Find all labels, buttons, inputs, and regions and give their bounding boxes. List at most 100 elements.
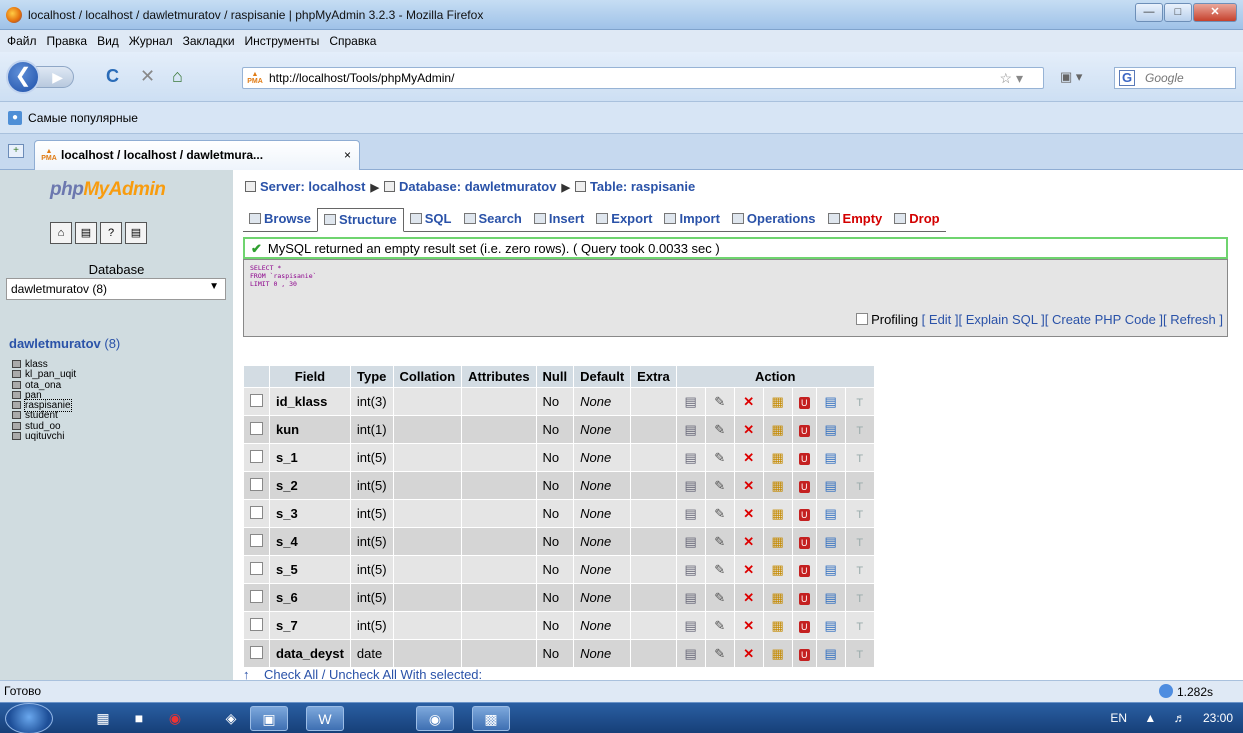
tab-import[interactable]: Import xyxy=(658,208,725,231)
row-checkbox[interactable] xyxy=(250,533,263,547)
edit-icon[interactable]: ✎ xyxy=(712,506,728,522)
media-icon[interactable]: ■ xyxy=(120,706,158,731)
delete-icon[interactable]: ✕ xyxy=(741,590,757,606)
row-checkbox[interactable] xyxy=(250,589,263,603)
start-button[interactable] xyxy=(5,703,53,733)
delete-icon[interactable]: ✕ xyxy=(741,562,757,578)
edit-icon[interactable]: ✎ xyxy=(712,590,728,606)
row-checkbox[interactable] xyxy=(250,421,263,435)
browse-icon[interactable]: ▤ xyxy=(683,646,699,662)
delete-icon[interactable]: ✕ xyxy=(741,422,757,438)
edit-icon[interactable]: ✎ xyxy=(712,394,728,410)
forward-button[interactable]: ▶ xyxy=(36,66,74,88)
bookmark-star-icon[interactable]: ☆ ▾ xyxy=(1000,70,1023,87)
bookmark-most-visited[interactable]: Самые популярные xyxy=(28,111,138,125)
save-app-icon[interactable]: ▣ xyxy=(250,706,288,731)
tab-structure[interactable]: Structure xyxy=(316,208,404,232)
clock[interactable]: 23:00 xyxy=(1203,711,1233,725)
menu-history[interactable]: Журнал xyxy=(129,34,173,48)
row-checkbox[interactable] xyxy=(250,449,263,463)
new-tab-icon[interactable]: + xyxy=(8,144,24,158)
reload-icon[interactable]: C xyxy=(106,67,119,85)
index-icon[interactable]: ▤ xyxy=(823,562,839,578)
delete-icon[interactable]: ✕ xyxy=(741,534,757,550)
fulltext-icon[interactable]: T xyxy=(852,565,868,577)
edit-icon[interactable]: ✎ xyxy=(712,534,728,550)
tray-arrow-icon[interactable]: ▲ xyxy=(1144,711,1156,725)
address-bar[interactable]: ▲ PMA http://localhost/Tools/phpMyAdmin/ … xyxy=(242,67,1044,89)
browse-icon[interactable]: ▤ xyxy=(683,394,699,410)
index-icon[interactable]: ▤ xyxy=(823,534,839,550)
primary-key-icon[interactable]: ▦ xyxy=(770,534,786,550)
browse-icon[interactable]: ▤ xyxy=(683,618,699,634)
addon-icon[interactable]: ▣ ▾ xyxy=(1060,68,1082,86)
menu-help[interactable]: Справка xyxy=(329,34,376,48)
home-icon[interactable]: ⌂ xyxy=(172,67,183,85)
language-indicator[interactable]: EN xyxy=(1110,711,1127,725)
delete-icon[interactable]: ✕ xyxy=(741,646,757,662)
fulltext-icon[interactable]: T xyxy=(852,621,868,633)
tab-insert[interactable]: Insert xyxy=(528,208,590,231)
delete-icon[interactable]: ✕ xyxy=(741,394,757,410)
edit-icon[interactable]: ✎ xyxy=(712,422,728,438)
edit-icon[interactable]: ✎ xyxy=(712,562,728,578)
unique-icon[interactable]: U xyxy=(798,565,810,577)
index-icon[interactable]: ▤ xyxy=(823,394,839,410)
menu-view[interactable]: Вид xyxy=(97,34,119,48)
database-title-link[interactable]: dawletmuratov (8) xyxy=(9,336,120,351)
edit-icon[interactable]: ✎ xyxy=(712,478,728,494)
primary-key-icon[interactable]: ▦ xyxy=(770,562,786,578)
header-field[interactable]: Field xyxy=(270,366,350,387)
search-box[interactable]: G Google ⚲ xyxy=(1114,67,1236,89)
primary-key-icon[interactable]: ▦ xyxy=(770,394,786,410)
browser-tab[interactable]: ▲ PMA localhost / localhost / dawletmura.… xyxy=(34,140,360,170)
index-icon[interactable]: ▤ xyxy=(823,646,839,662)
volume-icon[interactable]: ♬ xyxy=(1174,711,1186,725)
tab-drop[interactable]: Drop xyxy=(888,208,945,231)
app-icon[interactable]: ▩ xyxy=(472,706,510,731)
unique-icon[interactable]: U xyxy=(798,509,810,521)
browse-icon[interactable]: ▤ xyxy=(683,534,699,550)
tab-browse[interactable]: Browse xyxy=(243,208,317,231)
index-icon[interactable]: ▤ xyxy=(823,422,839,438)
index-icon[interactable]: ▤ xyxy=(823,506,839,522)
fulltext-icon[interactable]: T xyxy=(852,509,868,521)
unique-icon[interactable]: U xyxy=(798,397,810,409)
breadcrumb-database[interactable]: Database: dawletmuratov xyxy=(399,179,557,194)
primary-key-icon[interactable]: ▦ xyxy=(770,422,786,438)
explorer-icon[interactable]: ▦ xyxy=(84,706,122,731)
create-php-code-link[interactable]: [ Create PHP Code ] xyxy=(1045,312,1163,327)
edit-link[interactable]: [ Edit ] xyxy=(922,312,959,327)
fulltext-icon[interactable]: T xyxy=(852,649,868,661)
close-button[interactable]: ✕ xyxy=(1193,3,1237,22)
sql-query-icon[interactable]: ▤ xyxy=(75,222,97,244)
home-icon[interactable]: ⌂ xyxy=(50,222,72,244)
unique-icon[interactable]: U xyxy=(798,621,810,633)
fulltext-icon[interactable]: T xyxy=(852,397,868,409)
browse-icon[interactable]: ▤ xyxy=(683,478,699,494)
fulltext-icon[interactable]: T xyxy=(852,593,868,605)
browse-icon[interactable]: ▤ xyxy=(683,562,699,578)
firefox-taskbar-icon[interactable]: ◉ xyxy=(416,706,454,731)
row-checkbox[interactable] xyxy=(250,645,263,659)
primary-key-icon[interactable]: ▦ xyxy=(770,506,786,522)
tab-empty[interactable]: Empty xyxy=(822,208,889,231)
index-icon[interactable]: ▤ xyxy=(823,618,839,634)
profiling-checkbox[interactable] xyxy=(856,313,869,325)
refresh-link[interactable]: [ Refresh ] xyxy=(1163,312,1223,327)
tab-operations[interactable]: Operations xyxy=(726,208,822,231)
table-link-uqituvchi[interactable]: uqituvchi xyxy=(12,431,76,442)
breadcrumb-server[interactable]: Server: localhost xyxy=(260,179,366,194)
primary-key-icon[interactable]: ▦ xyxy=(770,478,786,494)
index-icon[interactable]: ▤ xyxy=(823,450,839,466)
unique-icon[interactable]: U xyxy=(798,593,810,605)
row-checkbox[interactable] xyxy=(250,561,263,575)
primary-key-icon[interactable]: ▦ xyxy=(770,450,786,466)
unique-icon[interactable]: U xyxy=(798,425,810,437)
network-icon[interactable]: ◈ xyxy=(212,706,250,731)
row-checkbox[interactable] xyxy=(250,617,263,631)
browse-icon[interactable]: ▤ xyxy=(683,590,699,606)
index-icon[interactable]: ▤ xyxy=(823,590,839,606)
fulltext-icon[interactable]: T xyxy=(852,537,868,549)
word-icon[interactable]: W xyxy=(306,706,344,731)
